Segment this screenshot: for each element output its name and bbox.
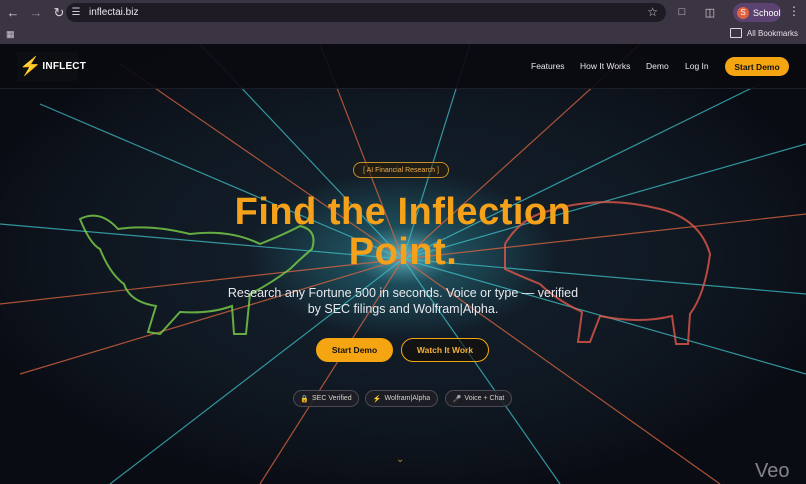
back-icon[interactable]: ← [3,3,23,23]
subhead-line-2: by SEC filings and Wolfram|Alpha. [307,302,499,316]
site-info-icon[interactable]: ☰ [70,7,82,19]
lock-icon: 🔒 [300,395,310,403]
site-header: ⚡ INFLECT Features How It Works Demo Log… [0,44,806,89]
folder-icon [729,28,742,38]
subhead-line-1: Research any Fortune 500 in seconds. Voi… [227,286,579,300]
start-demo-button[interactable]: Start Demo [316,338,393,362]
avatar: S [737,6,749,19]
nav-link-how-it-works[interactable]: How It Works [580,61,630,71]
microphone-icon: 🎤 [452,395,462,403]
forward-icon[interactable]: → [26,3,46,23]
address-bar[interactable]: ☰ inflectai.biz ☆ [66,3,666,22]
nav-start-demo-button[interactable]: Start Demo [725,57,789,76]
profile-button[interactable]: S School [733,3,781,22]
nav-link-features[interactable]: Features [531,61,565,71]
veo-watermark: Veo [755,460,790,482]
lightning-bolt-icon: ⚡ [19,56,42,76]
bolt-icon: ⚡ [372,395,382,403]
badge-sec-verified: 🔒 SEC Verified [293,390,359,407]
menu-icon[interactable]: ⋮ [788,4,800,18]
extensions-icon[interactable]: □ [674,4,690,20]
badge-label: SEC Verified [312,395,352,402]
side-panel-icon[interactable]: ◫ [702,4,718,20]
nav-link-login[interactable]: Log In [685,61,709,71]
watch-it-work-button[interactable]: Watch It Work [401,338,489,362]
bookmarks-bar: ▦ All Bookmarks [0,25,806,44]
hero-tag: [ AI Financial Research ] [353,162,449,178]
headline-line-1: Find the Inflection [234,191,572,233]
hero-section: [ AI Financial Research ] Find the Infle… [0,88,806,484]
browser-chrome: ← → ↻ ☰ inflectai.biz ☆ □ ◫ S School ⋮ ▦… [0,0,806,44]
logo-text: INFLECT [42,61,87,72]
badge-wolfram: ⚡ Wolfram|Alpha [365,390,438,407]
all-bookmarks-button[interactable]: All Bookmarks [729,28,798,38]
all-bookmarks-label: All Bookmarks [746,28,798,38]
bookmark-star-icon[interactable]: ☆ [647,5,658,19]
site-logo[interactable]: ⚡ INFLECT [17,52,86,81]
badge-voice-chat: 🎤 Voice + Chat [445,390,512,407]
apps-grid-icon[interactable]: ▦ [6,29,16,39]
url-text[interactable]: inflectai.biz [89,7,138,18]
profile-name: School [753,7,781,18]
badge-label: Voice + Chat [464,395,505,402]
nav-link-demo[interactable]: Demo [646,61,669,71]
badge-label: Wolfram|Alpha [384,395,431,402]
scroll-down-chevron-icon[interactable]: ⌄ [396,454,404,465]
headline-line-2: Point. [348,231,458,273]
website: ⚡ INFLECT Features How It Works Demo Log… [0,44,806,484]
